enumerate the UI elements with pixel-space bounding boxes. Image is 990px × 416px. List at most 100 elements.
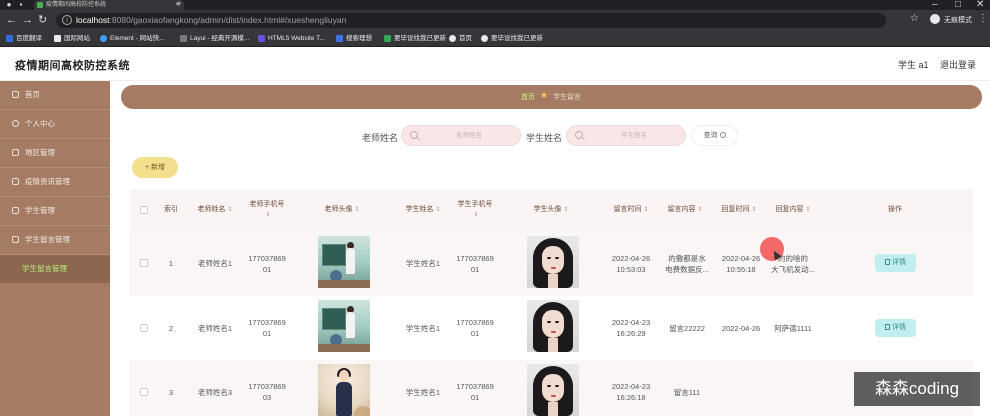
query-button[interactable]: 查询	[691, 125, 738, 146]
bookmark-item[interactable]: 搜索理想	[336, 33, 372, 44]
sidebar-item-students[interactable]: 学生管理	[0, 197, 110, 226]
sort-icon: ⇕	[563, 207, 569, 213]
window-close-icon[interactable]: ✕	[976, 0, 984, 10]
sidebar-item-profile[interactable]: 个人中心	[0, 110, 110, 139]
info-icon[interactable]: i	[62, 15, 72, 25]
bookmark-favicon-icon	[6, 35, 13, 42]
add-button[interactable]: + 新增	[132, 157, 178, 178]
student-name-search[interactable]	[566, 125, 686, 146]
sort-icon: ⇕	[643, 207, 649, 213]
student-avatar-image	[527, 300, 579, 352]
sort-icon: ⇕	[697, 207, 703, 213]
sidebar-item-label: 首页	[25, 90, 40, 99]
row-checkbox[interactable]	[140, 324, 148, 332]
cell-student-name: 学生姓名1	[405, 387, 441, 397]
sort-icon: ⇕	[435, 207, 441, 213]
breadcrumb-current: 学生留言	[553, 94, 581, 101]
new-tab-icon[interactable]: +	[176, 0, 182, 10]
cell-msg-time: 2022-04-23 16:26:18	[611, 382, 651, 402]
row-checkbox[interactable]	[140, 259, 148, 267]
chrome-menu-icon[interactable]: ●	[4, 0, 14, 9]
bookmark-item[interactable]: 首页	[449, 33, 472, 44]
column-header-student-avatar[interactable]: 学生头像 ⇕	[500, 189, 602, 231]
bookmark-star-icon[interactable]: ☆	[910, 13, 919, 24]
breadcrumb: 首页 ★ 学生留言	[121, 85, 982, 109]
sidebar-item-label: 个人中心	[25, 119, 55, 128]
teacher-name-label: 老师姓名	[362, 133, 399, 143]
cell-msg-time: 2022-04-26 10:53:03	[611, 253, 651, 274]
table-row: 2 老师姓名1 177037869 01 学生姓名1 177037869 01 20…	[130, 296, 973, 360]
bookmark-item[interactable]: 国际网站	[54, 33, 90, 44]
bookmark-favicon-icon	[481, 35, 488, 42]
column-header-teacher-phone[interactable]: 老师手机号 ⇕	[244, 189, 290, 231]
forward-icon[interactable]: →	[22, 13, 33, 27]
cell-student-name: 学生姓名1	[405, 259, 441, 268]
column-header-teacher-avatar[interactable]: 老师头像 ⇕	[292, 189, 392, 231]
cell-teacher-phone: 177037869 01	[248, 318, 286, 338]
column-header-reply-time[interactable]: 回复时间 ⇕	[712, 189, 766, 231]
student-avatar-image	[527, 236, 579, 288]
sidebar-item-news[interactable]: 疫情资讯管理	[0, 168, 110, 197]
cell-msg-content: 的撒都是水 电费数据反...	[665, 253, 709, 274]
bookmark-item[interactable]: 要毕设找我已更新	[481, 33, 543, 44]
profile-avatar-icon[interactable]	[930, 14, 940, 24]
cell-teacher-name: 老师姓名1	[197, 323, 233, 333]
detail-button[interactable]: 详情	[875, 319, 916, 337]
minimize-icon[interactable]: –	[932, 0, 938, 10]
menu-icon	[12, 149, 19, 156]
search-icon	[410, 131, 418, 139]
tab-search-icon[interactable]: ▪	[16, 0, 26, 9]
maximize-icon[interactable]: □	[955, 0, 961, 10]
user-icon	[12, 120, 19, 127]
home-icon	[12, 91, 19, 98]
bookmark-favicon-icon	[100, 35, 107, 42]
sidebar-item-home[interactable]: 首页	[0, 81, 110, 110]
logout-link[interactable]: 退出登录	[940, 58, 976, 71]
sidebar-subitem-messages[interactable]: 学生留言管理	[0, 255, 110, 283]
sidebar: 首页 个人中心 地区管理 疫情资讯管理 学生管理 学生留言管理 学生留言管理	[0, 81, 110, 416]
cell-teacher-name: 老师姓名3	[197, 387, 233, 397]
bookmark-item[interactable]: 百度翻译	[6, 33, 42, 44]
sort-icon: ⇕	[805, 207, 811, 213]
current-user: 学生 a1	[898, 60, 929, 70]
breadcrumb-home[interactable]: 首页	[521, 92, 535, 102]
select-all-checkbox[interactable]	[140, 206, 148, 214]
table-header: 索引 老师姓名 ⇕ 老师手机号 ⇕ 老师头像 ⇕ 学生姓名 ⇕ 学生手机号 ⇕ 学生头像 ⇕…	[130, 189, 973, 231]
detail-button[interactable]: 详情	[875, 254, 916, 272]
bookmark-favicon-icon	[258, 35, 265, 42]
cell-reply-time: 2022-04-26 10:55:18	[721, 253, 761, 274]
sort-icon: ⇕	[473, 212, 479, 218]
teacher-name-input[interactable]	[424, 129, 514, 142]
student-name-input[interactable]	[589, 129, 679, 142]
sidebar-item-regions[interactable]: 地区管理	[0, 139, 110, 168]
star-icon: ★	[540, 90, 549, 100]
browser-menu-icon[interactable]: ⋮	[978, 13, 988, 24]
sidebar-item-messages[interactable]: 学生留言管理	[0, 226, 110, 255]
menu-icon	[12, 178, 19, 185]
column-header-reply-content[interactable]: 回复内容 ⇕	[766, 189, 820, 231]
row-checkbox[interactable]	[140, 388, 148, 396]
search-icon	[575, 131, 583, 139]
cell-msg-content: 留言22222	[669, 323, 705, 333]
column-header-msg-time[interactable]: 留言时间 ⇕	[604, 189, 658, 231]
bookmark-item[interactable]: Layui - 经典开源模...	[180, 33, 249, 44]
bookmark-item[interactable]: 要毕设找我已更新	[384, 33, 446, 44]
cell-student-phone: 177037869 01	[456, 253, 494, 274]
url-field[interactable]: i localhost:8080/gaoxiaofangkong/admin/d…	[56, 13, 886, 28]
browser-tab[interactable]: 疫情期间高校防控系统 ✕	[34, 0, 184, 10]
teacher-name-search[interactable]	[401, 125, 521, 146]
app-title: 疫情期间高校防控系统	[15, 60, 130, 72]
reload-icon[interactable]: ↻	[38, 13, 47, 27]
tab-title: 疫情期间高校防控系统	[46, 2, 107, 8]
column-header-msg-content[interactable]: 留言内容 ⇕	[658, 189, 712, 231]
table-row: 1 老师姓名1 177037869 01 学生姓名1 177037869 01 20…	[130, 231, 973, 296]
column-header-teacher-name[interactable]: 老师姓名 ⇕	[186, 189, 244, 231]
back-icon[interactable]: ←	[6, 13, 17, 27]
bookmark-item[interactable]: Element - 网站快...	[100, 33, 165, 44]
teacher-avatar-image	[318, 300, 370, 352]
column-header-student-phone[interactable]: 学生手机号 ⇕	[452, 189, 498, 231]
sort-icon: ⇕	[227, 207, 233, 213]
column-header-student-name[interactable]: 学生姓名 ⇕	[394, 189, 452, 231]
bookmark-item[interactable]: HTML5 Website T...	[258, 33, 325, 44]
cell-teacher-phone: 177037869 03	[248, 382, 286, 402]
